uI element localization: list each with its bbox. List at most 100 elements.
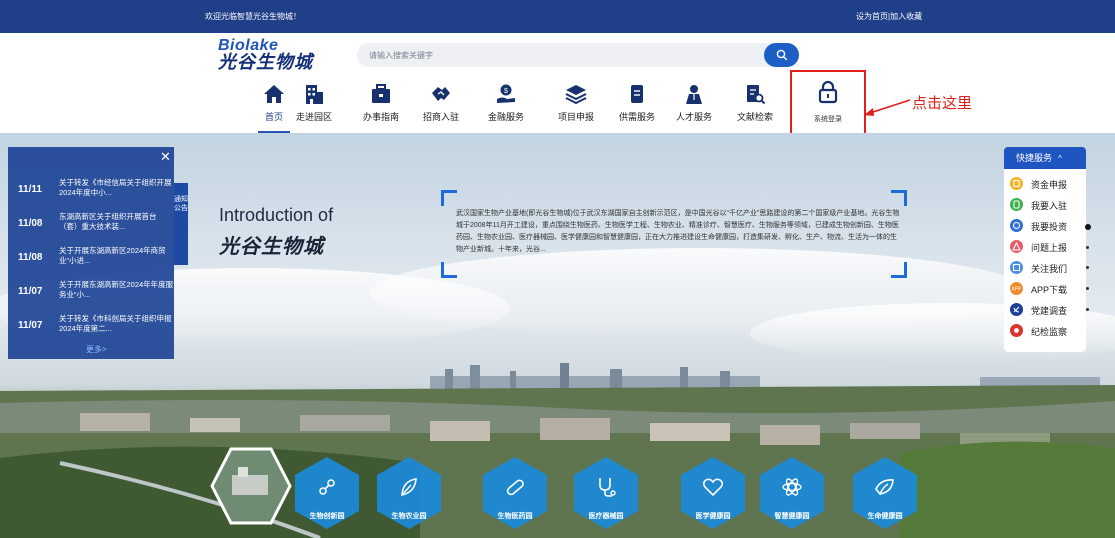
nav-item-project[interactable]: 项目申报 (546, 83, 606, 127)
document-search-icon (747, 85, 766, 105)
quick-service-header[interactable]: 快捷服务 ^ (1004, 147, 1086, 169)
logo-zh: 光谷生物城 (218, 52, 313, 72)
corner-bracket (441, 262, 457, 278)
notice-tab[interactable]: 通知公告 (174, 183, 188, 265)
park-medical-device[interactable]: 医疗器械园 (571, 455, 641, 531)
app-icon: APP (1010, 282, 1023, 295)
logo-en: Biolake (218, 37, 279, 54)
quick-item-inspection[interactable]: 纪检监察 (1010, 323, 1086, 339)
inspection-icon (1010, 324, 1023, 337)
set-home-link[interactable]: 设为首页 (856, 12, 888, 21)
slide-dot[interactable] (1086, 246, 1089, 249)
nav-item-finance[interactable]: $ 金融服务 (476, 83, 536, 127)
slide-dot[interactable] (1086, 287, 1089, 290)
news-date: 11/08 (18, 218, 43, 229)
quick-item-party[interactable]: 党建调查 (1010, 302, 1086, 318)
document-icon (631, 85, 643, 103)
nav-label: 项目申报 (557, 112, 594, 122)
pill-icon (506, 479, 524, 496)
news-item[interactable]: 11/08 东湖高新区关于组织开展首台（套）重大技术装... (18, 209, 168, 239)
search-bar (357, 43, 799, 67)
slide-dot[interactable] (1086, 266, 1089, 269)
briefcase-icon (372, 84, 390, 103)
leaf-icon (401, 478, 417, 497)
news-date: 11/07 (18, 286, 43, 297)
park-label: 医疗器械园 (588, 513, 624, 520)
handshake-icon (432, 87, 450, 101)
nav-item-park[interactable]: 走进园区 (284, 83, 344, 127)
welcome-text: 欢迎光临智慧光谷生物城！ (205, 12, 301, 21)
quick-item-enter[interactable]: 我要入驻 (1010, 197, 1086, 213)
atom-icon (782, 478, 802, 496)
nav-label: 供需服务 (618, 112, 655, 122)
park-life-health[interactable]: 生命健康园 (850, 455, 920, 531)
quick-item-label: APP下载 (1031, 285, 1068, 295)
annotation-text: 点击这里 (912, 95, 973, 112)
quick-service-title: 快捷服务 (1016, 153, 1053, 163)
slide-dot-active[interactable] (1085, 224, 1091, 230)
lock-icon (818, 80, 838, 104)
search-button[interactable] (764, 43, 799, 67)
slide-dot[interactable] (1086, 308, 1089, 311)
heart-icon (702, 478, 724, 497)
quick-item-label: 资金申报 (1031, 180, 1068, 190)
intro-subtitle: 光谷生物城 (219, 236, 324, 258)
layers-icon (565, 85, 587, 105)
logo[interactable]: Biolake 光谷生物城 (218, 37, 313, 72)
quick-item-app[interactable]: APP APP下载 (1010, 281, 1086, 297)
news-date: 11/11 (18, 184, 42, 195)
home-icon (264, 85, 284, 103)
corner-bracket (891, 262, 907, 278)
news-title: 东湖高新区关于组织开展首台（套）重大技术装... (59, 212, 157, 231)
search-icon (776, 49, 787, 61)
add-favorite-link[interactable]: 加入收藏 (890, 12, 922, 21)
more-link[interactable]: 更多> (86, 344, 107, 355)
quick-item-invest[interactable]: 我要投资 (1010, 218, 1086, 234)
news-date: 11/07 (18, 320, 43, 331)
chevron-up-icon: ^ (1058, 154, 1062, 163)
park-photo-hexagon (210, 447, 292, 525)
nav-label: 文献检索 (736, 112, 773, 122)
nav-label: 办事指南 (362, 112, 399, 122)
nav-item-investment[interactable]: 招商入驻 (411, 83, 471, 127)
quick-item-report[interactable]: 问题上报 (1010, 239, 1086, 255)
search-input[interactable] (369, 43, 759, 67)
intro-text[interactable]: 武汉国家生物产业基地(即光谷生物城)位于武汉东湖国家自主创新示范区，是中国光谷以… (456, 208, 902, 258)
nav-item-guide[interactable]: 办事指南 (351, 83, 411, 127)
park-biomedicine[interactable]: 生物医药园 (480, 455, 550, 531)
news-item[interactable]: 11/11 关于转发《市经信局关于组织开展2024年度中小... (18, 175, 172, 205)
park-thumbnail[interactable] (210, 445, 292, 525)
nav-item-talent[interactable]: 人才服务 (664, 83, 724, 127)
park-biotech-innovation[interactable]: 生物创新园 (292, 455, 362, 531)
news-item[interactable]: 11/08 关于开展东湖高新区2024年商贸业“小进... (18, 243, 168, 273)
notice-panel: ✕ 11/11 关于转发《市经信局关于组织开展2024年度中小... 11/08… (8, 147, 174, 359)
svg-text:$: $ (504, 88, 508, 95)
news-title: 关于转发《市科创局关于组织申报2024年度第二... (59, 314, 172, 333)
intro-title: Introduction of (219, 205, 334, 225)
news-title: 关于开展东湖高新区2024年年度服务业“小... (59, 280, 174, 299)
quick-item-fund[interactable]: 资金申报 (1010, 176, 1086, 192)
news-item[interactable]: 11/07 关于开展东湖高新区2024年年度服务业“小... (18, 277, 173, 307)
park-medical-health[interactable]: 医学健康园 (678, 455, 748, 531)
nav-item-literature[interactable]: 文献检索 (725, 83, 785, 127)
top-bar: 欢迎光临智慧光谷生物城！ 设为首页|加入收藏 (0, 0, 1115, 33)
news-date: 11/08 (18, 252, 43, 263)
finance-icon: $ (497, 84, 515, 103)
nav-label: 走进园区 (295, 112, 332, 122)
news-item[interactable]: 11/07 关于转发《市科创局关于组织申报2024年度第二... (18, 311, 172, 341)
park-bio-agriculture[interactable]: 生物农业园 (374, 455, 444, 531)
system-login-button[interactable]: 系统登录 (790, 70, 866, 139)
nav-item-supply[interactable]: 供需服务 (607, 83, 667, 127)
park-smart-health[interactable]: 智慧健康园 (757, 455, 827, 531)
close-icon[interactable]: ✕ (160, 149, 171, 165)
svg-text:APP: APP (1011, 287, 1022, 293)
quick-item-label: 我要入驻 (1031, 201, 1068, 211)
nav-label: 人才服务 (675, 112, 712, 122)
quick-item-follow[interactable]: 关注我们 (1010, 260, 1086, 276)
molecule-icon (319, 479, 335, 495)
stethoscope-icon (599, 478, 616, 497)
top-links: 设为首页|加入收藏 (856, 11, 922, 22)
annotation-arrow (864, 99, 911, 116)
party-icon (1010, 303, 1023, 316)
park-label: 生物农业园 (391, 513, 427, 520)
